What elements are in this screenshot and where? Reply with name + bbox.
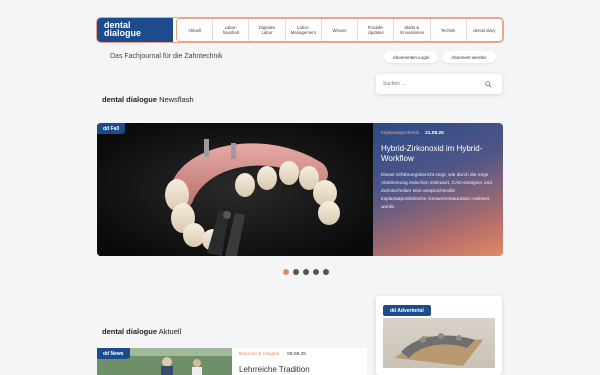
slider-dot[interactable]: [303, 269, 309, 275]
newsflash-label: Newsflash: [159, 95, 194, 104]
aktuell-label: Aktuell: [158, 327, 182, 336]
slide-date: 21.08.25: [425, 131, 444, 136]
slide-meta: Implantatprothetik 21.08.25: [381, 131, 495, 136]
logo-line2: dialogue: [104, 28, 142, 38]
nav-item-labor-management[interactable]: Labor- Management: [286, 19, 322, 41]
slide-title[interactable]: Hybrid-Zirkonoxid im Hybrid-Workflow: [381, 144, 495, 164]
advertorial-card[interactable]: dd Advertorial: [376, 296, 502, 375]
nav-item-wissen[interactable]: Wissen: [322, 19, 359, 41]
slider-dot[interactable]: [313, 269, 319, 275]
slider-dot[interactable]: [283, 269, 289, 275]
nav-item-dental-diary[interactable]: dental diary: [467, 19, 502, 41]
news-title[interactable]: Lehrreiche Tradition: [239, 365, 360, 374]
news-meta: Branche & Insights 06.08.25: [239, 352, 360, 357]
slide-category[interactable]: Implantatprothetik: [381, 131, 419, 136]
search-input[interactable]: [383, 81, 463, 87]
advertorial-image[interactable]: [383, 318, 495, 368]
aktuell-heading: dental dialogue Aktuell: [102, 327, 181, 336]
news-date: 06.08.25: [287, 352, 306, 357]
product-image: [395, 333, 483, 366]
dental-prosthesis-image: [97, 123, 373, 256]
slider-dot[interactable]: [323, 269, 329, 275]
newsflash-brand: dental dialogue: [102, 95, 158, 104]
slide-text-panel[interactable]: Implantatprothetik 21.08.25 Hybrid-Zirko…: [373, 123, 503, 256]
login-button[interactable]: Abonnenten-Login: [384, 51, 438, 63]
news-badge: dd News: [97, 348, 130, 359]
slider-dots: [283, 269, 329, 275]
nav-item-produkt-updates[interactable]: Produkt- Updates: [358, 19, 395, 41]
news-category[interactable]: Branche & Insights: [239, 352, 279, 357]
site-tagline: Das Fachjournal für die Zahntechnik: [110, 53, 223, 60]
slide-badge: dd Fall: [97, 123, 126, 134]
aktuell-brand: dental dialogue: [102, 327, 158, 336]
nav-item-digitales-labor[interactable]: Digitales Labor: [249, 19, 286, 41]
search-box: [376, 74, 502, 94]
slide-body: Dieser Erfahrungsbericht zeigt, wie durc…: [381, 173, 492, 210]
main-nav: Aktuell Labor- haushalt Digitales Labor …: [176, 18, 503, 42]
newsflash-slide[interactable]: dd Fall Implantatprothetik 21.08.25 Hybr…: [97, 123, 503, 256]
slide-image[interactable]: dd Fall: [97, 123, 373, 256]
slider-dot[interactable]: [293, 269, 299, 275]
site-logo[interactable]: dental dialogue: [97, 18, 173, 42]
news-text-panel[interactable]: Branche & Insights 06.08.25 Lehrreiche T…: [232, 348, 367, 375]
newsflash-heading: dental dialogue Newsflash: [102, 95, 194, 104]
advertorial-badge: dd Advertorial: [383, 305, 431, 316]
search-icon[interactable]: [485, 80, 492, 88]
nav-item-aktuell[interactable]: Aktuell: [177, 19, 214, 41]
nav-item-technik[interactable]: Technik: [431, 19, 467, 41]
site-header: dental dialogue Aktuell Labor- haushalt …: [97, 18, 503, 42]
nav-item-laborhaushalt[interactable]: Labor- haushalt: [213, 19, 250, 41]
subscribe-button[interactable]: Abonnent werden: [442, 51, 496, 63]
nav-item-markt-innovationen[interactable]: Markt & Innovationen: [394, 19, 431, 41]
